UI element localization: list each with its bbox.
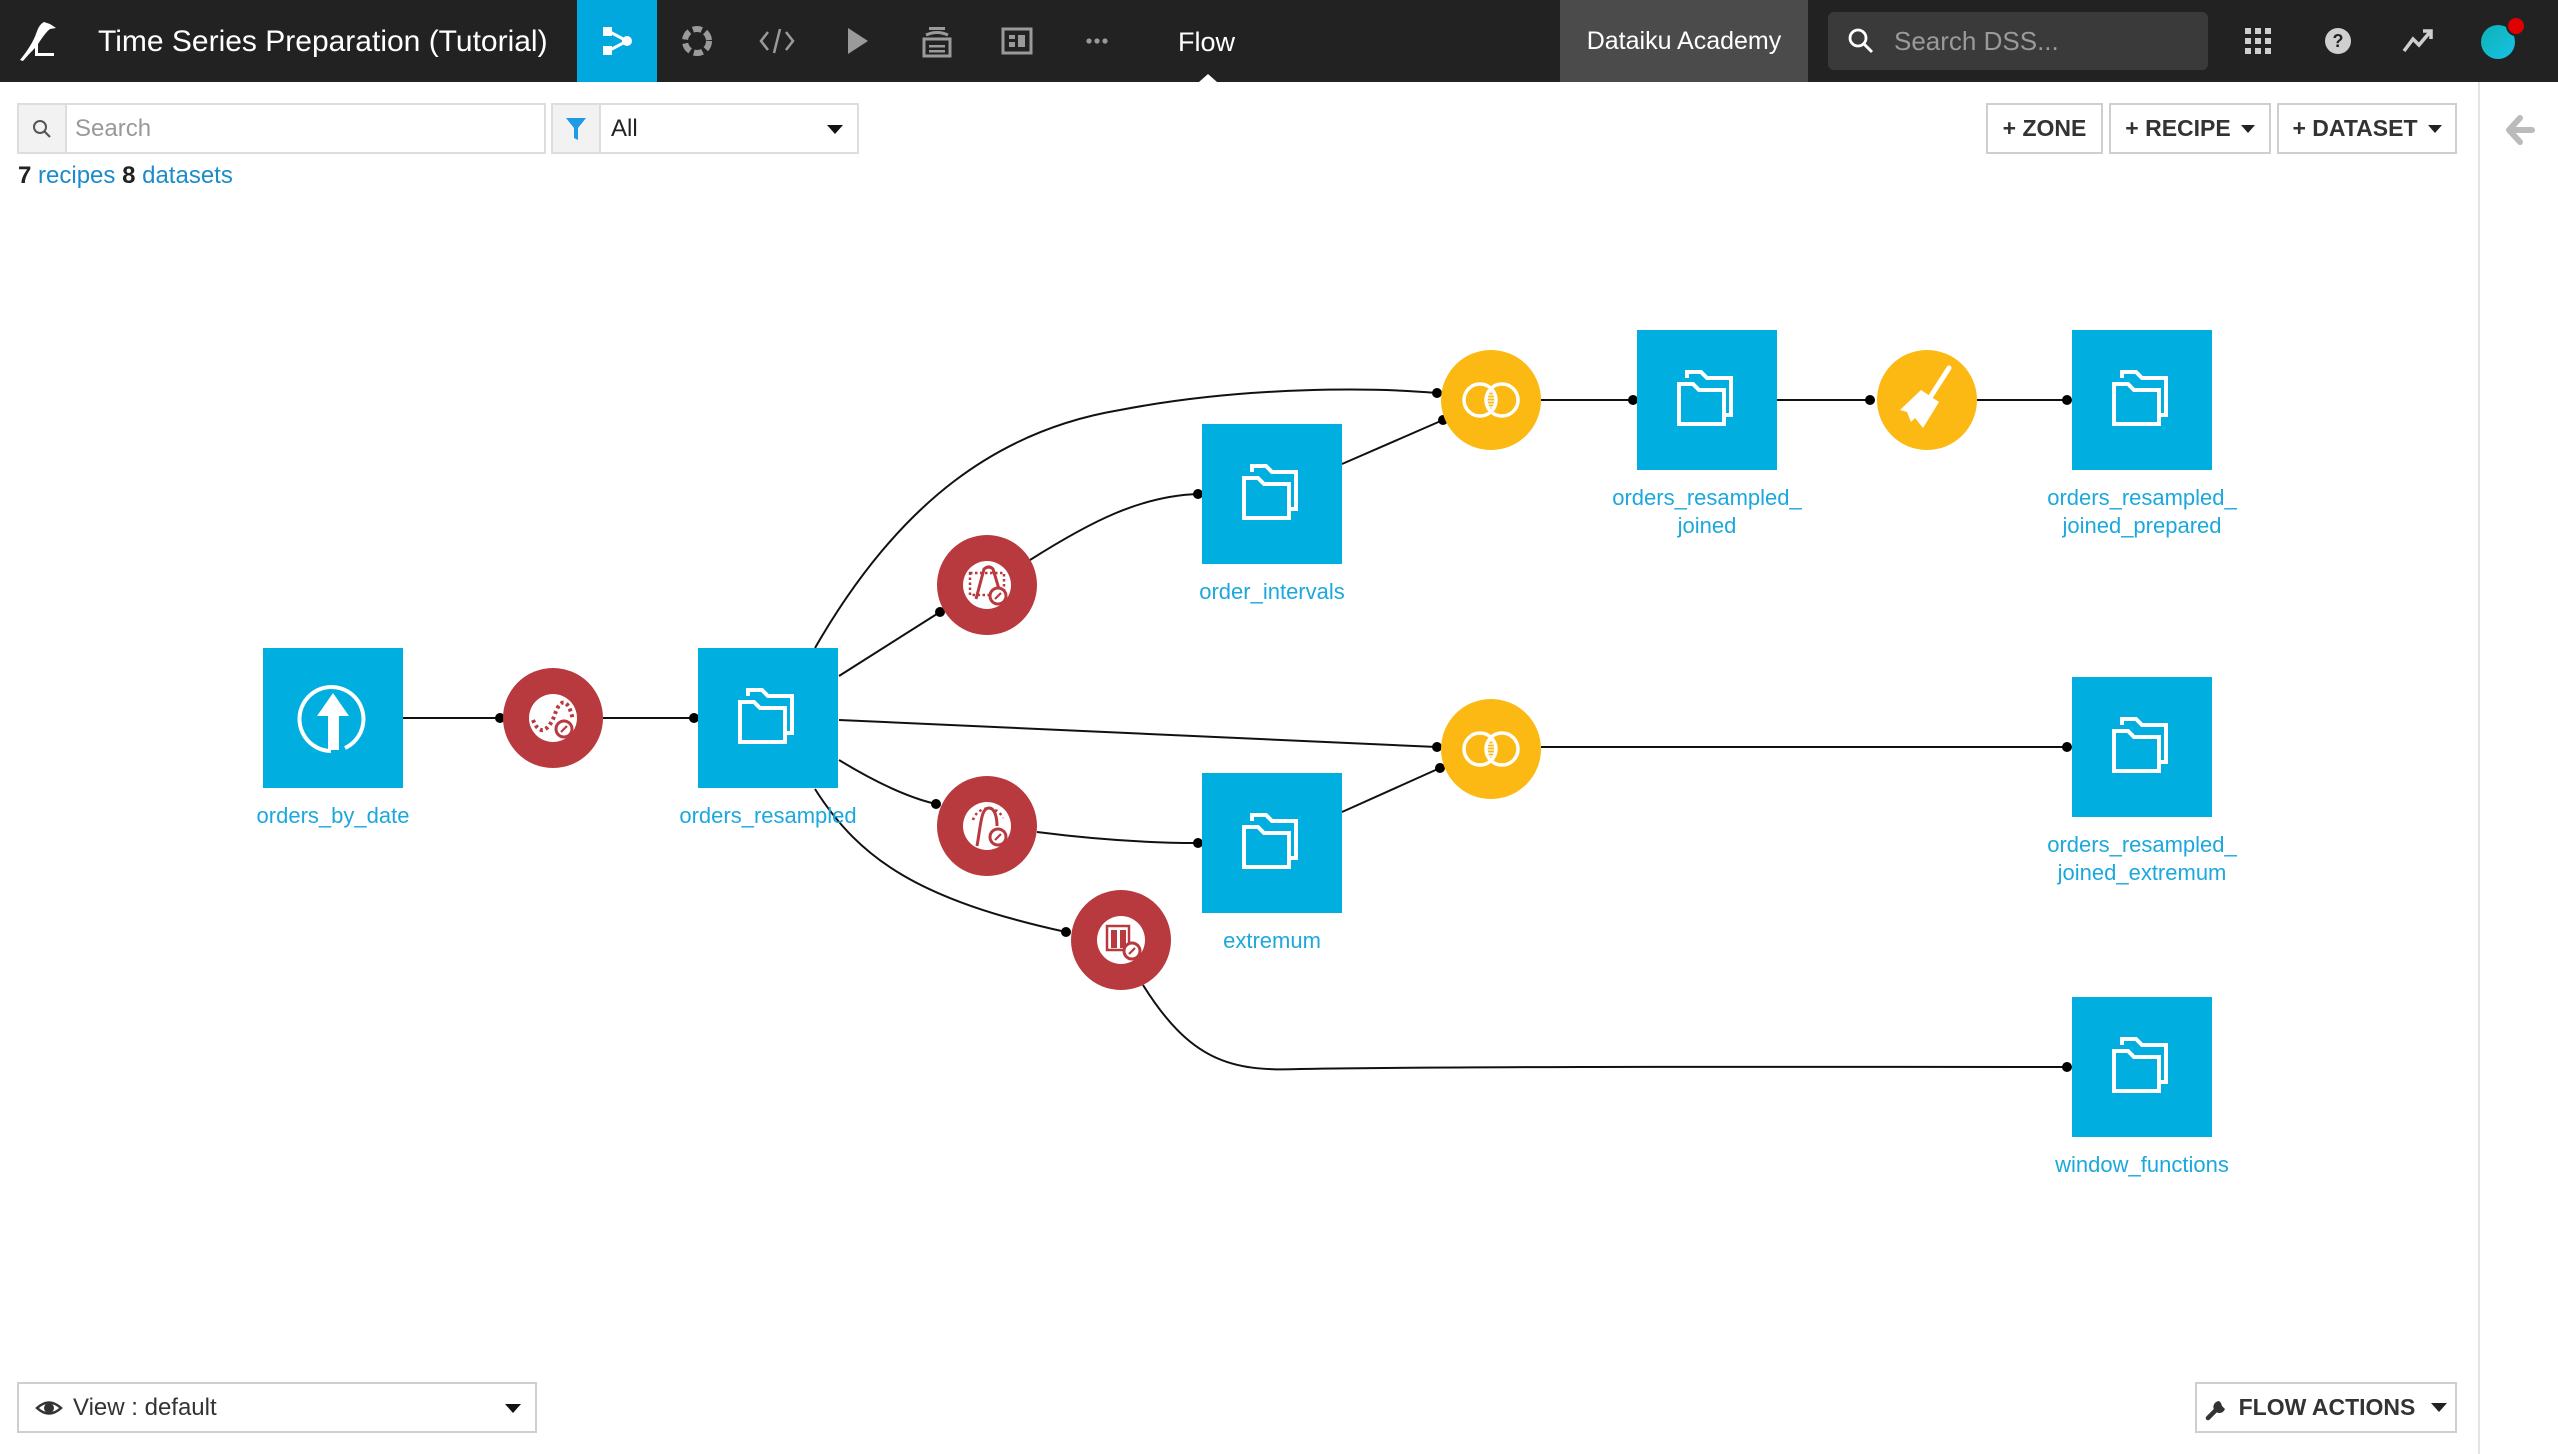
recipe-circle[interactable] <box>1441 350 1541 450</box>
dataset-square[interactable] <box>1202 773 1342 913</box>
dataset-label[interactable]: orders_resampled_ joined <box>1577 484 1837 540</box>
edge-input-port-dot <box>1193 838 1203 848</box>
wrench-icon <box>2205 1400 2225 1420</box>
arrow-left-icon <box>2506 115 2535 145</box>
chevron-down-icon <box>2431 1403 2448 1412</box>
dataset-node-orders_resampled_joined_extremum[interactable] <box>2072 677 2212 817</box>
notification-badge[interactable] <box>2506 16 2526 36</box>
edge-input-port-dot <box>1432 742 1442 752</box>
dataset-label[interactable]: orders_resampled_ joined_prepared <box>2012 484 2272 540</box>
flow-edge-intervals-to-order_intervals[interactable] <box>1029 493 1199 561</box>
chevron-down-icon <box>505 1404 521 1413</box>
interval-extraction-icon <box>963 561 1011 609</box>
dataset-node-orders_resampled_joined[interactable] <box>1637 330 1777 470</box>
flow-graph <box>263 330 2212 1137</box>
edge-input-port-dot <box>1628 395 1638 405</box>
flow-edge-extrema-to-extremum[interactable] <box>1036 831 1199 844</box>
flow-canvas[interactable]: orders_by_date orders_resampled order_inte… <box>0 82 2478 1454</box>
view-label: View : default <box>73 1394 217 1421</box>
edge-input-port-dot <box>2062 742 2072 752</box>
dataset-label[interactable]: order_intervals <box>1142 578 1402 606</box>
resampling-icon <box>529 694 577 742</box>
edge-input-port-dot <box>1432 388 1442 398</box>
windowing-icon <box>1097 916 1145 964</box>
eye-icon <box>35 1401 63 1415</box>
recipe-node-join1[interactable] <box>1441 350 1541 450</box>
flow-edge-orders_resampled-to-extrema[interactable] <box>838 759 937 805</box>
dataset-node-orders_resampled_joined_prepared[interactable] <box>2072 330 2212 470</box>
flow-edge-orders_resampled-to-join1[interactable] <box>814 388 1438 649</box>
flow-edge-orders_resampled-to-intervals[interactable] <box>838 611 941 677</box>
dataset-node-order_intervals[interactable] <box>1202 424 1342 564</box>
recipe-node-resample[interactable] <box>503 668 603 768</box>
dataset-label[interactable]: window_functions <box>2012 1151 2272 1179</box>
edge-input-port-dot <box>1193 489 1203 499</box>
dataset-square[interactable] <box>1202 424 1342 564</box>
flow-edge-windowing-to-window_functions[interactable] <box>1142 984 2068 1071</box>
recipe-node-join2[interactable] <box>1441 699 1541 799</box>
dataset-node-orders_by_date[interactable] <box>263 648 403 788</box>
flow-edge-orders_resampled-to-join2[interactable] <box>838 719 1438 748</box>
edge-input-port-dot <box>1061 927 1071 937</box>
dataset-square[interactable] <box>2072 677 2212 817</box>
extrema-extraction-icon <box>963 802 1011 850</box>
dataset-square[interactable] <box>2072 330 2212 470</box>
edge-input-port-dot <box>1865 395 1875 405</box>
flow-actions-button[interactable]: FLOW ACTIONS <box>2195 1382 2457 1433</box>
recipe-node-prepare[interactable] <box>1877 350 1977 450</box>
recipe-circle[interactable] <box>1441 699 1541 799</box>
edge-input-port-dot <box>2062 1062 2072 1072</box>
flow-edge-extremum-to-join2[interactable] <box>1341 767 1441 813</box>
flow-actions-label: FLOW ACTIONS <box>2238 1394 2416 1420</box>
dataset-label[interactable]: orders_by_date <box>203 802 463 830</box>
dataset-square[interactable] <box>698 648 838 788</box>
dataset-square[interactable] <box>1637 330 1777 470</box>
dataset-square[interactable] <box>2072 997 2212 1137</box>
dataset-label[interactable]: orders_resampled <box>638 802 898 830</box>
dataset-node-orders_resampled[interactable] <box>698 648 838 788</box>
dataset-label[interactable]: extremum <box>1142 927 1402 955</box>
dataset-node-extremum[interactable] <box>1202 773 1342 913</box>
edge-input-port-dot <box>2062 395 2072 405</box>
edge-input-port-dot <box>931 799 941 809</box>
flow-edge-order_intervals-to-join1[interactable] <box>1341 419 1444 465</box>
recipe-node-extrema[interactable] <box>937 776 1037 876</box>
right-panel-divider <box>2478 82 2480 1454</box>
dataset-node-window_functions[interactable] <box>2072 997 2212 1137</box>
dataset-label[interactable]: orders_resampled_ joined_extremum <box>2012 831 2272 887</box>
view-select[interactable]: View : default <box>17 1382 537 1433</box>
recipe-node-intervals[interactable] <box>937 535 1037 635</box>
right-panel-toggle[interactable] <box>2500 110 2540 150</box>
edge-input-port-dot <box>689 713 699 723</box>
